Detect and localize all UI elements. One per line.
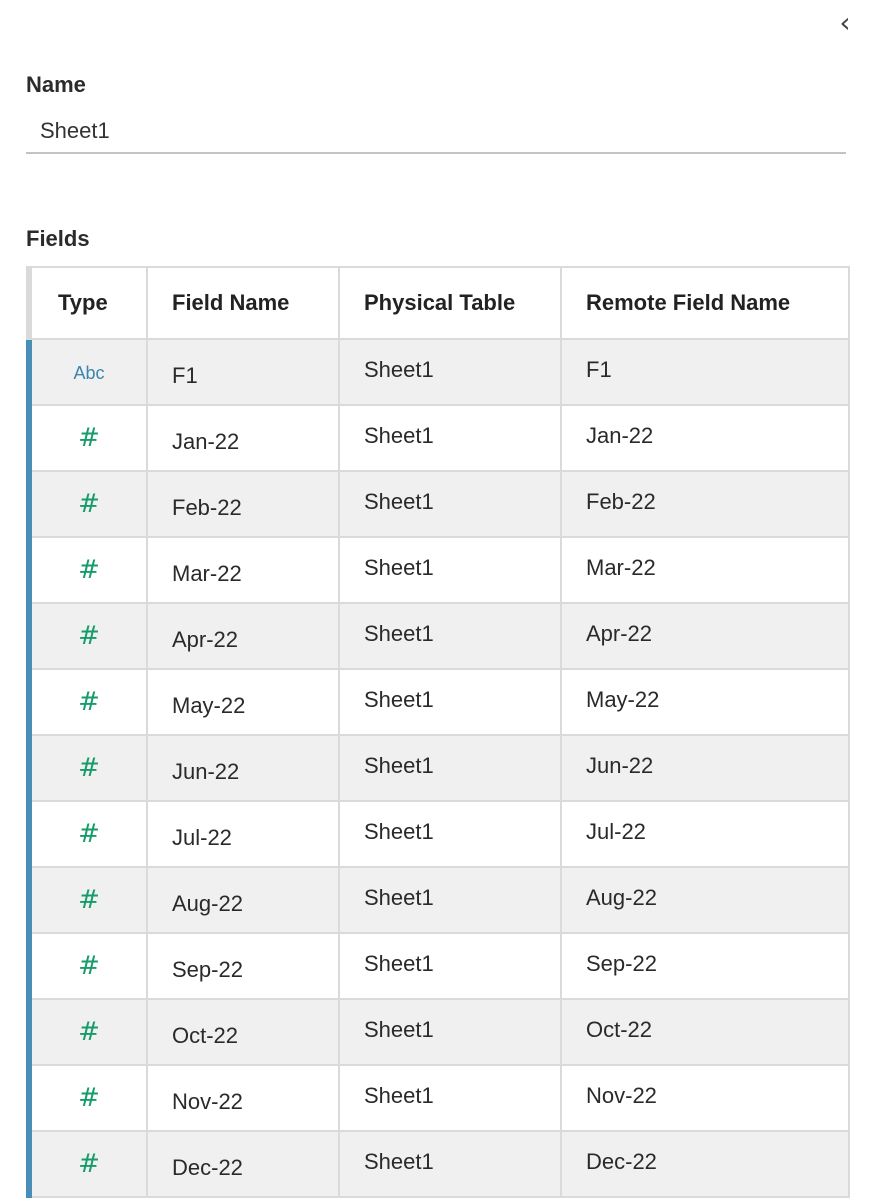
type-cell[interactable]: # — [26, 734, 148, 802]
field-name-cell[interactable]: Jan-22 — [146, 404, 340, 472]
type-cell[interactable]: # — [26, 602, 148, 670]
field-name-cell[interactable]: Sep-22 — [146, 932, 340, 1000]
type-cell[interactable]: # — [26, 800, 148, 868]
table-row[interactable]: # Nov-22 Sheet1 Nov-22 — [26, 1064, 850, 1132]
column-header-field-name[interactable]: Field Name — [146, 266, 340, 340]
name-input[interactable] — [26, 110, 846, 154]
remote-field-name-cell: Jun-22 — [560, 734, 850, 802]
physical-table-cell: Sheet1 — [338, 1064, 562, 1132]
field-name-cell[interactable]: May-22 — [146, 668, 340, 736]
name-label: Name — [26, 72, 86, 97]
type-cell[interactable]: # — [26, 470, 148, 538]
number-type-icon[interactable]: # — [78, 753, 100, 783]
physical-table-cell: Sheet1 — [338, 1130, 562, 1198]
number-type-icon[interactable]: # — [78, 489, 100, 519]
chevron-left-icon: ‹ — [839, 6, 851, 39]
type-cell[interactable]: # — [26, 536, 148, 604]
type-cell[interactable]: # — [26, 668, 148, 736]
field-name-cell[interactable]: Apr-22 — [146, 602, 340, 670]
physical-table-cell: Sheet1 — [338, 866, 562, 934]
physical-table-cell: Sheet1 — [338, 536, 562, 604]
physical-table-cell: Sheet1 — [338, 470, 562, 538]
type-cell[interactable]: # — [26, 1130, 148, 1198]
number-type-icon[interactable]: # — [78, 1017, 100, 1047]
physical-table-cell: Sheet1 — [338, 932, 562, 1000]
remote-field-name-cell: Jul-22 — [560, 800, 850, 868]
field-name-cell[interactable]: F1 — [146, 338, 340, 406]
table-row[interactable]: # Aug-22 Sheet1 Aug-22 — [26, 866, 850, 934]
remote-field-name-cell: Mar-22 — [560, 536, 850, 604]
number-type-icon[interactable]: # — [78, 1083, 100, 1113]
remote-field-name-cell: Oct-22 — [560, 998, 850, 1066]
type-cell[interactable]: # — [26, 866, 148, 934]
remote-field-name-cell: Aug-22 — [560, 866, 850, 934]
field-name-cell[interactable]: Feb-22 — [146, 470, 340, 538]
remote-field-name-cell: Sep-22 — [560, 932, 850, 1000]
table-row[interactable]: # Jun-22 Sheet1 Jun-22 — [26, 734, 850, 802]
type-cell[interactable]: # — [26, 932, 148, 1000]
table-row[interactable]: # Apr-22 Sheet1 Apr-22 — [26, 602, 850, 670]
table-row[interactable]: # Feb-22 Sheet1 Feb-22 — [26, 470, 850, 538]
type-cell[interactable]: # — [26, 404, 148, 472]
physical-table-cell: Sheet1 — [338, 338, 562, 406]
table-row[interactable]: # Mar-22 Sheet1 Mar-22 — [26, 536, 850, 604]
physical-table-cell: Sheet1 — [338, 998, 562, 1066]
collapse-panel-button[interactable]: ‹ — [832, 8, 858, 38]
number-type-icon[interactable]: # — [78, 819, 100, 849]
column-header-physical-table[interactable]: Physical Table — [338, 266, 562, 340]
number-type-icon[interactable]: # — [78, 1149, 100, 1179]
field-name-cell[interactable]: Aug-22 — [146, 866, 340, 934]
type-cell[interactable]: Abc — [26, 338, 148, 406]
field-name-cell[interactable]: Oct-22 — [146, 998, 340, 1066]
table-row[interactable]: # Jan-22 Sheet1 Jan-22 — [26, 404, 850, 472]
field-name-cell[interactable]: Jun-22 — [146, 734, 340, 802]
number-type-icon[interactable]: # — [78, 951, 100, 981]
remote-field-name-cell: Nov-22 — [560, 1064, 850, 1132]
field-name-cell[interactable]: Mar-22 — [146, 536, 340, 604]
field-name-cell[interactable]: Dec-22 — [146, 1130, 340, 1198]
table-row[interactable]: # May-22 Sheet1 May-22 — [26, 668, 850, 736]
physical-table-cell: Sheet1 — [338, 602, 562, 670]
number-type-icon[interactable]: # — [78, 885, 100, 915]
number-type-icon[interactable]: # — [78, 423, 100, 453]
remote-field-name-cell: F1 — [560, 338, 850, 406]
remote-field-name-cell: Jan-22 — [560, 404, 850, 472]
physical-table-cell: Sheet1 — [338, 668, 562, 736]
column-header-remote-field-name[interactable]: Remote Field Name — [560, 266, 850, 340]
type-cell[interactable]: # — [26, 998, 148, 1066]
type-cell[interactable]: # — [26, 1064, 148, 1132]
table-row[interactable]: # Oct-22 Sheet1 Oct-22 — [26, 998, 850, 1066]
remote-field-name-cell: May-22 — [560, 668, 850, 736]
remote-field-name-cell: Feb-22 — [560, 470, 850, 538]
table-row[interactable]: # Sep-22 Sheet1 Sep-22 — [26, 932, 850, 1000]
remote-field-name-cell: Dec-22 — [560, 1130, 850, 1198]
field-name-cell[interactable]: Nov-22 — [146, 1064, 340, 1132]
string-type-icon[interactable]: Abc — [73, 363, 104, 383]
number-type-icon[interactable]: # — [78, 555, 100, 585]
number-type-icon[interactable]: # — [78, 687, 100, 717]
column-header-type[interactable]: Type — [26, 266, 148, 340]
table-row[interactable]: # Jul-22 Sheet1 Jul-22 — [26, 800, 850, 868]
physical-table-cell: Sheet1 — [338, 734, 562, 802]
remote-field-name-cell: Apr-22 — [560, 602, 850, 670]
physical-table-cell: Sheet1 — [338, 404, 562, 472]
table-header-row: Type Field Name Physical Table Remote Fi… — [26, 266, 850, 340]
field-name-cell[interactable]: Jul-22 — [146, 800, 340, 868]
table-row[interactable]: Abc F1 Sheet1 F1 — [26, 338, 850, 406]
fields-table: Type Field Name Physical Table Remote Fi… — [26, 266, 850, 1198]
fields-label: Fields — [26, 226, 90, 251]
physical-table-cell: Sheet1 — [338, 800, 562, 868]
number-type-icon[interactable]: # — [78, 621, 100, 651]
table-row[interactable]: # Dec-22 Sheet1 Dec-22 — [26, 1130, 850, 1198]
